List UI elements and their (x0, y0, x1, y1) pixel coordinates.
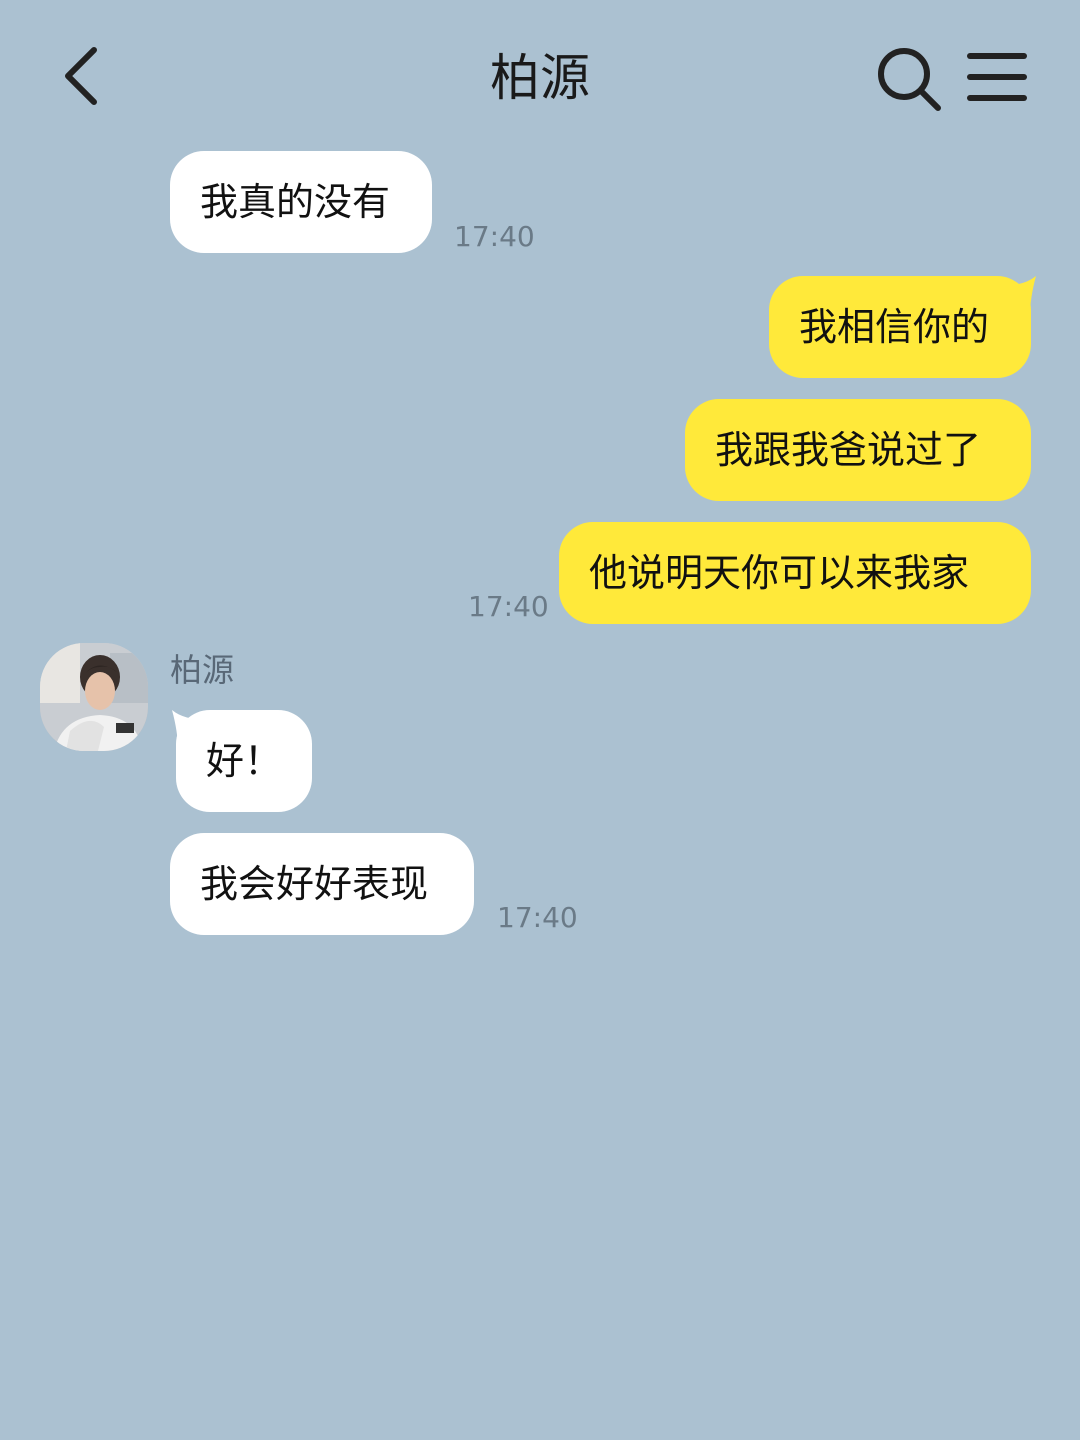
message-bubble-outgoing[interactable]: 他说明天你可以来我家 (559, 522, 1031, 624)
message-text: 我真的没有 (200, 180, 391, 224)
message-bubble-incoming[interactable]: 我会好好表现 (170, 833, 474, 935)
message-timestamp: 17:40 (497, 901, 578, 934)
menu-button[interactable] (966, 48, 1028, 106)
hamburger-menu-icon (967, 53, 1027, 101)
message-timestamp: 17:40 (468, 590, 549, 623)
sender-avatar[interactable] (40, 643, 148, 751)
message-bubble-outgoing[interactable]: 我相信你的 (769, 276, 1031, 378)
message-bubble-incoming[interactable]: 好！ (176, 710, 312, 812)
message-text: 好！ (206, 739, 283, 783)
message-bubble-incoming[interactable]: 我真的没有 (170, 151, 432, 253)
message-bubble-outgoing[interactable]: 我跟我爸说过了 (685, 399, 1031, 501)
chat-title: 柏源 (490, 49, 590, 107)
chat-screen: 柏源 我真的没有 17:40 我相信你的 我跟我爸说过了 17:40 他说明天你… (0, 0, 1080, 1440)
chat-header: 柏源 (0, 0, 1080, 150)
search-icon (878, 48, 941, 111)
sender-name: 柏源 (170, 651, 235, 689)
search-button[interactable] (874, 44, 944, 114)
message-text: 我会好好表现 (200, 862, 429, 906)
chevron-left-icon (65, 47, 97, 105)
message-text: 他说明天你可以来我家 (589, 551, 970, 595)
message-text: 我跟我爸说过了 (715, 428, 982, 472)
message-timestamp: 17:40 (454, 220, 535, 253)
back-button[interactable] (54, 40, 114, 110)
message-text: 我相信你的 (799, 305, 990, 349)
avatar-icon (40, 643, 148, 751)
